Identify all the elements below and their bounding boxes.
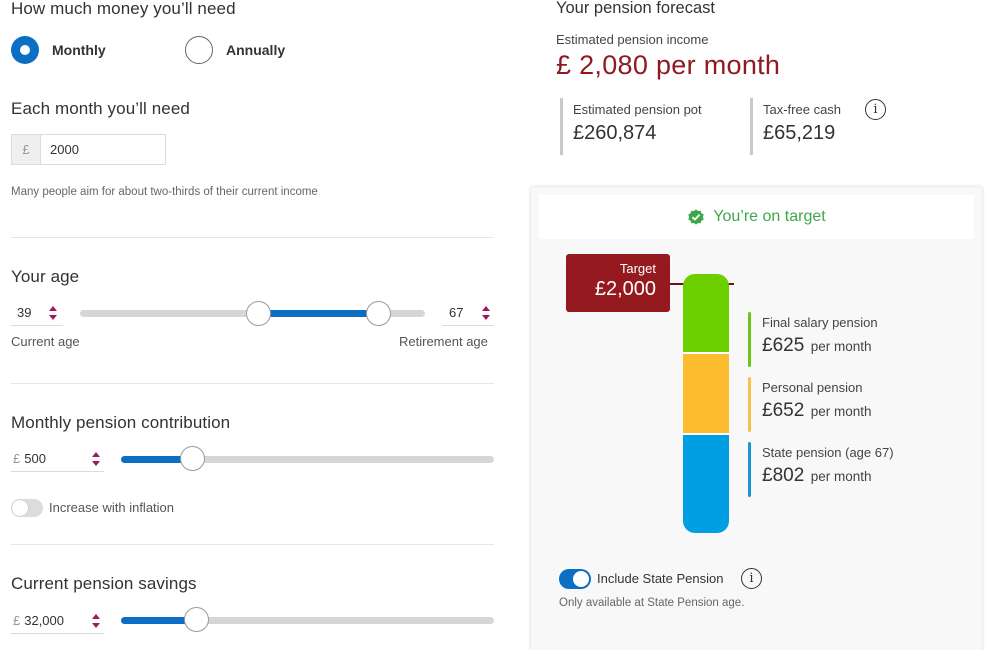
bar-segment-personal-pension bbox=[683, 352, 729, 433]
verified-check-icon bbox=[688, 209, 705, 225]
legend-color-bar bbox=[748, 312, 751, 367]
state-pension-info-icon[interactable]: i bbox=[741, 568, 762, 589]
savings-value[interactable]: 32,000 bbox=[24, 613, 64, 628]
monthly-need-input[interactable]: 2000 bbox=[41, 135, 165, 164]
legend-unit: per month bbox=[810, 469, 872, 484]
monthly-need-hint: Many people aim for about two-thirds of … bbox=[11, 186, 318, 198]
legend-color-bar bbox=[748, 442, 751, 497]
state-pension-hint: Only available at State Pension age. bbox=[559, 597, 745, 609]
income-label: Estimated pension income bbox=[556, 32, 709, 47]
retirement-age-slider-thumb[interactable] bbox=[366, 301, 391, 326]
pension-pot-value: £260,874 bbox=[573, 122, 657, 144]
currency-prefix: £ bbox=[13, 613, 21, 628]
savings-slider-thumb[interactable] bbox=[183, 607, 209, 632]
current-age-label: Current age bbox=[11, 334, 80, 349]
savings-stepper-icon[interactable] bbox=[91, 613, 101, 629]
inflation-toggle[interactable] bbox=[11, 499, 43, 517]
legend-unit: per month bbox=[810, 339, 872, 354]
include-state-pension-label: Include State Pension bbox=[597, 571, 724, 586]
tax-free-cash-value: £65,219 bbox=[763, 122, 836, 144]
legend-value: £625 per month bbox=[762, 335, 878, 357]
target-label: Target bbox=[619, 261, 656, 276]
bar-segment-state-pension-age-67 bbox=[683, 433, 729, 533]
current-age-stepper-icon[interactable] bbox=[48, 305, 58, 321]
tax-free-cash-stat: Tax-free cash £65,219 bbox=[750, 98, 841, 155]
age-heading: Your age bbox=[11, 267, 80, 286]
bar-segment-final-salary-pension bbox=[683, 274, 729, 352]
forecast-heading: Your pension forecast bbox=[556, 0, 715, 17]
contribution-slider-thumb[interactable] bbox=[179, 446, 205, 471]
section-divider bbox=[11, 544, 494, 545]
retirement-age-label: Retirement age bbox=[399, 334, 488, 349]
legend-label: State pension (age 67) bbox=[762, 445, 894, 460]
radio-annually[interactable]: Annually bbox=[185, 36, 285, 64]
savings-heading: Current pension savings bbox=[11, 574, 197, 593]
target-marker: Target £2,000 bbox=[566, 254, 670, 312]
contribution-value[interactable]: 500 bbox=[24, 451, 46, 466]
section-divider bbox=[11, 383, 494, 384]
tax-free-cash-info-icon[interactable]: i bbox=[865, 99, 886, 120]
legend-item: Personal pension £652 per month bbox=[748, 377, 872, 432]
forecast-card: You’re on target Target £2,000 Final sal… bbox=[531, 187, 982, 650]
legend-label: Final salary pension bbox=[762, 315, 878, 330]
include-state-pension-toggle[interactable] bbox=[559, 569, 591, 589]
status-text: You’re on target bbox=[713, 208, 826, 225]
income-value: £ 2,080 per month bbox=[556, 50, 781, 80]
legend-amount: £802 bbox=[762, 465, 805, 486]
currency-prefix: £ bbox=[13, 451, 21, 466]
current-age-slider-thumb[interactable] bbox=[246, 301, 271, 326]
legend-item: State pension (age 67) £802 per month bbox=[748, 442, 894, 497]
income-stacked-bar bbox=[683, 274, 729, 533]
contribution-field[interactable]: £ 500 bbox=[11, 446, 104, 472]
legend-value: £652 per month bbox=[762, 400, 872, 422]
contribution-heading: Monthly pension contribution bbox=[11, 413, 231, 432]
radio-unselected-indicator bbox=[185, 36, 213, 64]
legend-unit: per month bbox=[810, 404, 872, 419]
retirement-age-value[interactable]: 67 bbox=[449, 305, 463, 320]
retirement-age-stepper-icon[interactable] bbox=[481, 305, 491, 321]
legend-color-bar bbox=[748, 377, 751, 432]
inflation-toggle-label: Increase with inflation bbox=[49, 500, 175, 515]
legend-amount: £625 bbox=[762, 335, 805, 356]
current-age-value[interactable]: 39 bbox=[17, 305, 31, 320]
legend-value: £802 per month bbox=[762, 465, 894, 487]
monthly-need-field[interactable]: £ 2000 bbox=[11, 134, 166, 165]
radio-monthly[interactable]: Monthly bbox=[11, 36, 106, 64]
legend-label: Personal pension bbox=[762, 380, 863, 395]
savings-field[interactable]: £ 32,000 bbox=[11, 608, 104, 634]
money-needed-heading: How much money you’ll need bbox=[11, 0, 236, 18]
radio-monthly-label: Monthly bbox=[52, 42, 106, 58]
contribution-stepper-icon[interactable] bbox=[91, 451, 101, 467]
current-age-field[interactable]: 39 bbox=[11, 300, 63, 326]
legend-amount: £652 bbox=[762, 400, 805, 421]
pension-pot-stat: Estimated pension pot £260,874 bbox=[560, 98, 702, 155]
retirement-age-field[interactable]: 67 bbox=[442, 300, 494, 326]
age-slider-range-fill bbox=[258, 310, 378, 317]
currency-prefix: £ bbox=[12, 135, 41, 164]
target-value: £2,000 bbox=[594, 278, 656, 300]
status-banner: You’re on target bbox=[539, 195, 974, 239]
monthly-need-heading: Each month you’ll need bbox=[11, 99, 190, 118]
legend-item: Final salary pension £625 per month bbox=[748, 312, 878, 367]
pension-pot-label: Estimated pension pot bbox=[573, 102, 702, 117]
radio-selected-indicator bbox=[11, 36, 39, 64]
radio-annually-label: Annually bbox=[226, 42, 286, 58]
tax-free-cash-label: Tax-free cash bbox=[763, 102, 842, 117]
section-divider bbox=[11, 237, 494, 238]
